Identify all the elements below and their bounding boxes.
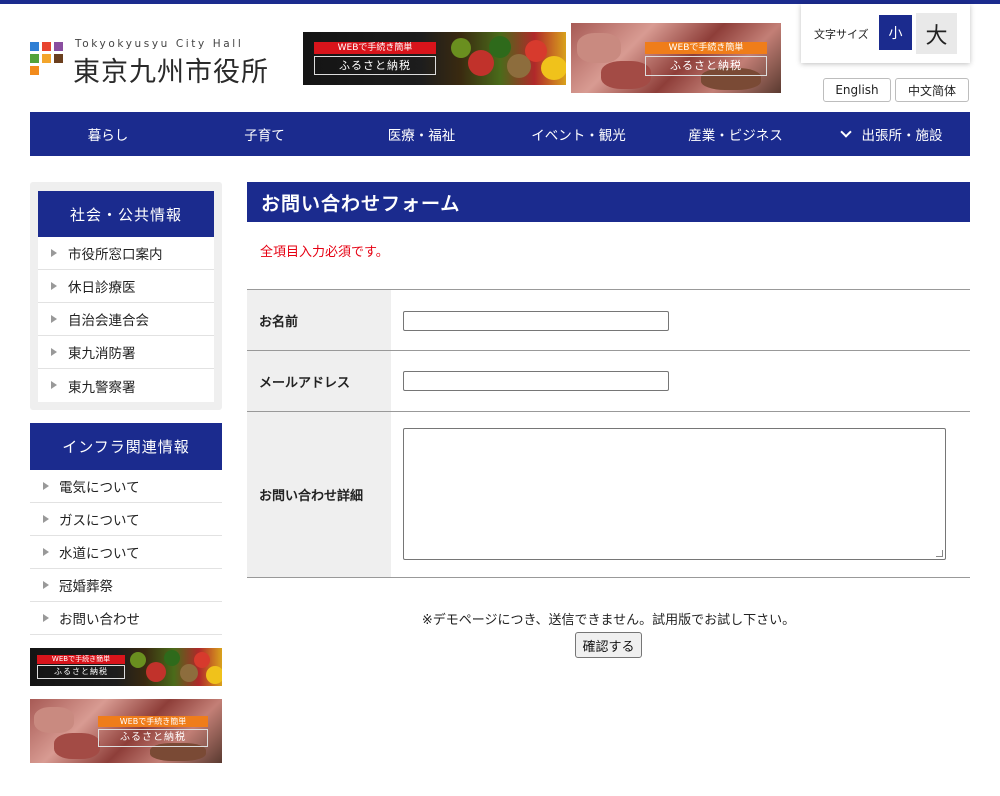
required-note: 全項目入力必須です。	[260, 245, 389, 260]
sidebar-banner-fruit-tag: WEBで手続き簡単	[37, 655, 125, 664]
sidebar-item-label: 水道について	[59, 546, 140, 562]
form-row-detail: お問い合わせ詳細	[247, 412, 970, 578]
sidebar-item-contact[interactable]: お問い合わせ	[30, 602, 222, 635]
sidebar-item-fire-department[interactable]: 東九消防署	[38, 336, 214, 369]
sidebar-item-label: 東九消防署	[68, 346, 136, 362]
chevron-down-icon	[839, 125, 852, 138]
nav-item-events-tourism[interactable]: イベント・観光	[500, 112, 657, 156]
sidebar-item-police-station[interactable]: 東九警察署	[38, 369, 214, 402]
caret-right-icon	[51, 348, 57, 356]
nav-item-childcare[interactable]: 子育て	[186, 112, 343, 156]
sidebar-section-public-info: 社会・公共情報 市役所窓口案内 休日診療医 自治会連合会 東九消防署 東九警察署	[30, 182, 222, 410]
sidebar-item-label: 冠婚葬祭	[59, 579, 113, 595]
language-english-button[interactable]: English	[823, 78, 891, 102]
nav-item-medical-welfare[interactable]: 医療・福祉	[343, 112, 500, 156]
logo-english-text: Tokyokyusyu City Hall	[75, 38, 244, 50]
demo-notice: ※デモページにつき、送信できません。試用版でお試し下さい。	[421, 613, 796, 628]
global-nav: 暮らし 子育て 医療・福祉 イベント・観光 産業・ビジネス 出張所・施設	[30, 112, 970, 156]
font-size-label: 文字サイズ	[814, 28, 869, 41]
sidebar-banner-meat-main: ふるさと納税	[98, 729, 208, 747]
nav-item-industry-business[interactable]: 産業・ビジネス	[657, 112, 814, 156]
page-title: お問い合わせフォーム	[247, 182, 970, 222]
name-field-label: お名前	[247, 290, 391, 350]
caret-right-icon	[51, 249, 57, 257]
form-row-email: メールアドレス	[247, 351, 970, 412]
caret-right-icon	[51, 315, 57, 323]
email-field-label: メールアドレス	[247, 351, 391, 411]
sidebar-banner-meat-tag: WEBで手続き簡単	[98, 716, 208, 727]
contact-form-table: お名前 メールアドレス お問い合わせ詳細	[247, 289, 970, 578]
sidebar-item-holiday-clinic[interactable]: 休日診療医	[38, 270, 214, 303]
caret-right-icon	[43, 482, 49, 490]
sidebar-item-city-hall-counter[interactable]: 市役所窓口案内	[38, 237, 214, 270]
name-input[interactable]	[403, 311, 669, 331]
sidebar-item-gas[interactable]: ガスについて	[30, 503, 222, 536]
sidebar-item-label: 市役所窓口案内	[68, 247, 163, 263]
sidebar-list-infrastructure: 電気について ガスについて 水道について 冠婚葬祭 お問い合わせ	[30, 470, 222, 635]
email-field-cell	[391, 351, 970, 411]
sidebar-section-infrastructure-title: インフラ関連情報	[30, 423, 222, 470]
sidebar-item-label: 休日診療医	[68, 280, 136, 296]
sidebar-item-label: 電気について	[59, 480, 140, 496]
furusato-banner-fruit[interactable]: WEBで手続き簡単 ふるさと納税	[303, 32, 566, 85]
language-chinese-button[interactable]: 中文简体	[895, 78, 969, 102]
banner-fruit-tag: WEBで手続き簡単	[314, 42, 436, 54]
sidebar-item-ceremonies[interactable]: 冠婚葬祭	[30, 569, 222, 602]
sidebar-item-electricity[interactable]: 電気について	[30, 470, 222, 503]
sidebar-banner-fruit[interactable]: WEBで手続き簡単 ふるさと納税	[30, 648, 222, 686]
detail-field-label: お問い合わせ詳細	[247, 412, 391, 577]
site-logo[interactable]: Tokyokyusyu City Hall 東京九州市役所	[30, 38, 280, 88]
name-field-cell	[391, 290, 970, 350]
caret-right-icon	[43, 515, 49, 523]
nav-item-living[interactable]: 暮らし	[30, 112, 186, 156]
furusato-banner-meat[interactable]: WEBで手続き簡単 ふるさと納税	[571, 23, 781, 93]
caret-right-icon	[43, 548, 49, 556]
font-size-large-button[interactable]: 大	[916, 13, 957, 54]
logo-mark	[30, 42, 64, 76]
sidebar-item-label: ガスについて	[59, 513, 140, 529]
font-size-small-button[interactable]: 小	[879, 15, 912, 50]
sidebar-item-label: 東九警察署	[68, 379, 136, 396]
logo-japanese-text: 東京九州市役所	[73, 57, 269, 88]
confirm-button[interactable]: 確認する	[575, 632, 642, 658]
banner-fruit-main: ふるさと納税	[314, 56, 436, 75]
detail-textarea[interactable]	[403, 428, 946, 560]
banner-meat-main: ふるさと納税	[645, 56, 767, 76]
sidebar-item-label: 自治会連合会	[68, 313, 149, 329]
sidebar-section-title: 社会・公共情報	[38, 191, 214, 237]
caret-right-icon	[43, 581, 49, 589]
caret-right-icon	[51, 381, 57, 389]
email-input[interactable]	[403, 371, 669, 391]
sidebar-item-label: お問い合わせ	[59, 612, 140, 628]
nav-item-branch-facilities-label: 出張所・施設	[861, 128, 943, 144]
font-size-control: 文字サイズ 小 大	[801, 4, 970, 63]
banner-meat-tag: WEBで手続き簡単	[645, 42, 767, 54]
detail-field-cell	[391, 412, 970, 577]
sidebar-banner-fruit-main: ふるさと納税	[37, 665, 125, 679]
sidebar-list: 市役所窓口案内 休日診療医 自治会連合会 東九消防署 東九警察署	[38, 237, 214, 402]
caret-right-icon	[43, 614, 49, 622]
sidebar-banner-meat[interactable]: WEBで手続き簡単 ふるさと納税	[30, 699, 222, 763]
sidebar-item-water[interactable]: 水道について	[30, 536, 222, 569]
form-row-name: お名前	[247, 290, 970, 351]
resize-grip-icon[interactable]	[936, 550, 943, 557]
caret-right-icon	[51, 282, 57, 290]
sidebar-item-neighborhood-association[interactable]: 自治会連合会	[38, 303, 214, 336]
nav-item-branch-facilities[interactable]: 出張所・施設	[814, 112, 970, 156]
